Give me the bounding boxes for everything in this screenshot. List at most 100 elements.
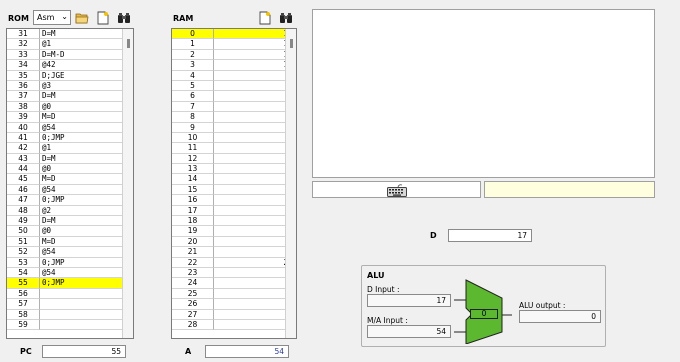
ram-scroll-thumb[interactable] xyxy=(290,39,293,48)
ram-value[interactable]: 0 xyxy=(214,216,296,227)
rom-row[interactable]: 46 @54 xyxy=(7,184,133,196)
ram-value[interactable]: 0 xyxy=(214,91,296,102)
ram-row[interactable]: 250 xyxy=(172,288,296,300)
ram-row[interactable]: 260 xyxy=(172,299,296,310)
ram-row[interactable]: 117 xyxy=(172,39,296,50)
rom-row[interactable]: 48 @2 xyxy=(7,205,133,217)
rom-value[interactable]: @0 xyxy=(40,102,133,113)
rom-value[interactable]: 0;JMP xyxy=(40,258,133,268)
ram-value[interactable]: 0 xyxy=(214,320,296,331)
ram-row[interactable]: 150 xyxy=(172,184,296,196)
rom-value[interactable] xyxy=(40,289,133,300)
rom-row[interactable]: 57 xyxy=(7,299,133,310)
ram-new-button[interactable] xyxy=(256,9,274,26)
rom-row[interactable]: 39 M=D xyxy=(7,112,133,123)
rom-scroll-thumb[interactable] xyxy=(127,39,130,48)
rom-row[interactable]: 35 D;JGE xyxy=(7,70,133,81)
ram-table[interactable]: 0171172113154950607080901001101201301401… xyxy=(171,28,297,339)
ram-row[interactable]: 280 xyxy=(172,319,296,331)
rom-row[interactable]: 34 @42 xyxy=(7,60,133,71)
ram-row[interactable]: 270 xyxy=(172,309,296,320)
rom-value[interactable]: @1 xyxy=(40,143,133,154)
rom-row[interactable]: 49 D=M xyxy=(7,216,133,227)
rom-value[interactable]: M=D xyxy=(40,112,133,123)
rom-format-select[interactable]: Asm ⌄ xyxy=(33,10,71,25)
ram-row[interactable]: 80 xyxy=(172,112,296,123)
rom-row[interactable]: 43 D=M xyxy=(7,153,133,165)
ram-value[interactable]: 0 xyxy=(214,310,296,320)
ram-row[interactable]: 180 xyxy=(172,216,296,227)
ram-value[interactable]: 0 xyxy=(214,123,296,133)
ram-row[interactable]: 215 xyxy=(172,247,296,258)
ram-value[interactable]: 0 xyxy=(214,237,296,248)
ram-row[interactable]: 2225 xyxy=(172,257,296,268)
rom-value[interactable]: @0 xyxy=(40,226,133,237)
rom-row[interactable]: 50 @0 xyxy=(7,226,133,237)
rom-row[interactable]: 59 xyxy=(7,319,133,331)
ram-value[interactable]: 0 xyxy=(214,164,296,175)
rom-row[interactable]: 36 @3 xyxy=(7,80,133,92)
ram-value[interactable]: 0 xyxy=(214,174,296,185)
a-field[interactable]: 54 xyxy=(205,345,289,358)
ram-value[interactable]: 11 xyxy=(214,50,296,61)
ram-row[interactable]: 60 xyxy=(172,91,296,102)
ram-value[interactable]: 0 xyxy=(214,185,296,196)
ram-row[interactable]: 170 xyxy=(172,205,296,217)
ram-row[interactable]: 90 xyxy=(172,122,296,133)
rom-value[interactable] xyxy=(40,320,133,331)
ram-value[interactable]: 5 xyxy=(214,268,296,279)
rom-value[interactable]: D=M xyxy=(40,154,133,165)
rom-value[interactable]: @54 xyxy=(40,268,133,279)
rom-value[interactable] xyxy=(40,299,133,310)
rom-row[interactable]: 47 0;JMP xyxy=(7,195,133,206)
rom-row[interactable]: 54 @54 xyxy=(7,267,133,279)
ram-row[interactable]: 160 xyxy=(172,195,296,206)
ram-value[interactable]: 0 xyxy=(214,299,296,310)
d-field[interactable]: 17 xyxy=(448,229,532,242)
ram-value[interactable]: 0 xyxy=(214,206,296,217)
rom-row[interactable]: 33 D=M-D xyxy=(7,49,133,61)
pc-field[interactable]: 55 xyxy=(42,345,126,358)
rom-row[interactable]: 44 @0 xyxy=(7,164,133,175)
ram-row[interactable]: 70 xyxy=(172,101,296,113)
rom-row[interactable]: 53 0;JMP xyxy=(7,257,133,268)
ram-row[interactable]: 110 xyxy=(172,143,296,154)
ram-row[interactable]: 100 xyxy=(172,132,296,144)
rom-new-button[interactable] xyxy=(94,9,112,26)
rom-row[interactable]: 42 @1 xyxy=(7,143,133,154)
rom-value[interactable]: @54 xyxy=(40,185,133,196)
ram-value[interactable]: 17 xyxy=(214,29,296,40)
rom-value[interactable]: 0;JMP xyxy=(40,133,133,144)
rom-row[interactable]: 58 xyxy=(7,309,133,320)
rom-row[interactable]: 31 D=M xyxy=(7,29,133,40)
rom-value[interactable]: @42 xyxy=(40,60,133,71)
rom-row[interactable]: 56 xyxy=(7,288,133,300)
rom-row[interactable]: 51 M=D xyxy=(7,236,133,248)
ram-value[interactable]: 0 xyxy=(214,133,296,144)
ram-scrollbar[interactable] xyxy=(285,29,296,338)
rom-load-button[interactable] xyxy=(73,9,91,26)
rom-value[interactable]: D=M xyxy=(40,29,133,40)
ram-value[interactable]: 0 xyxy=(214,289,296,300)
ram-value[interactable]: 0 xyxy=(214,154,296,165)
ram-value[interactable]: 9 xyxy=(214,71,296,81)
ram-row[interactable]: 140 xyxy=(172,174,296,185)
rom-find-button[interactable] xyxy=(115,9,133,26)
rom-row[interactable]: 55 0;JMP xyxy=(7,278,133,289)
ram-row[interactable]: 211 xyxy=(172,49,296,61)
ram-value[interactable]: 0 xyxy=(214,102,296,113)
ram-value[interactable]: 0 xyxy=(214,226,296,237)
rom-value[interactable] xyxy=(40,310,133,320)
ram-row[interactable]: 200 xyxy=(172,236,296,248)
ram-row[interactable]: 190 xyxy=(172,226,296,237)
ram-value[interactable]: 17 xyxy=(214,39,296,50)
ram-row[interactable]: 315 xyxy=(172,60,296,71)
ram-value[interactable]: 0 xyxy=(214,112,296,123)
rom-value[interactable]: D=M xyxy=(40,91,133,102)
rom-row[interactable]: 32 @1 xyxy=(7,39,133,50)
rom-value[interactable]: @0 xyxy=(40,164,133,175)
ram-value[interactable]: 0 xyxy=(214,278,296,289)
ram-value[interactable]: 25 xyxy=(214,258,296,268)
rom-value[interactable]: 0;JMP xyxy=(40,195,133,206)
ram-value[interactable]: 0 xyxy=(214,195,296,206)
